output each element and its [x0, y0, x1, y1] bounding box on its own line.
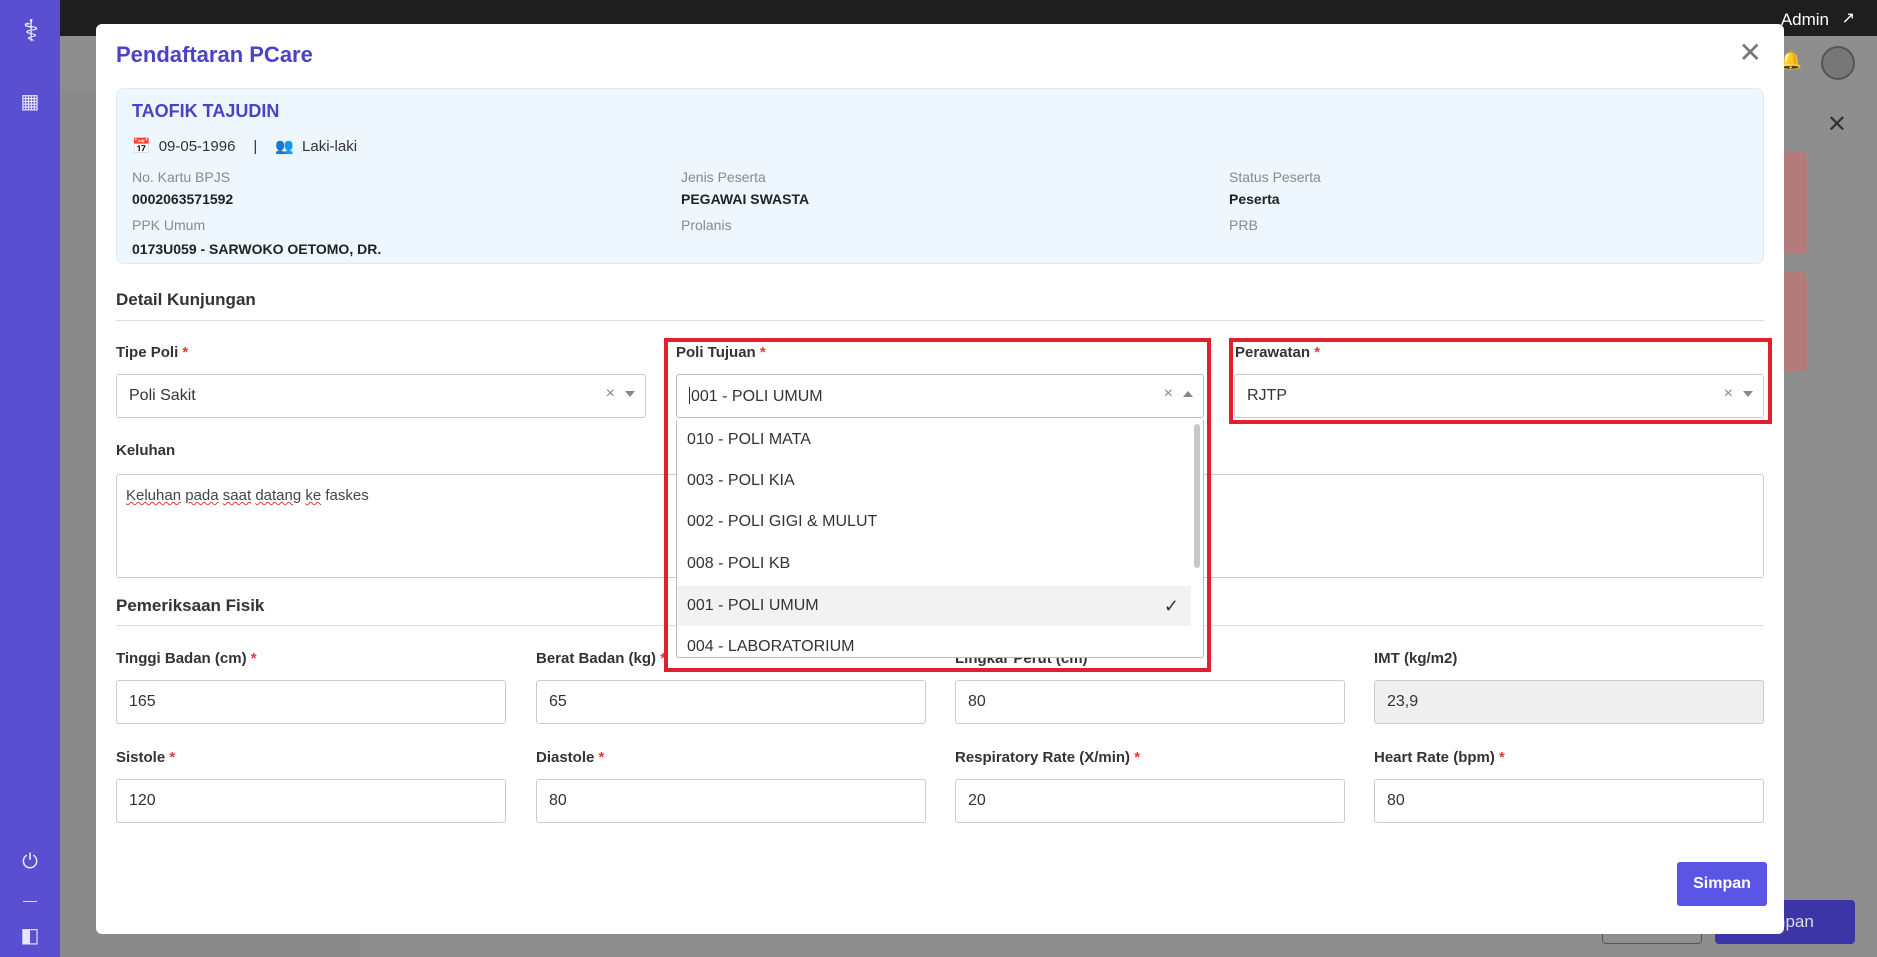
resp-value: 20 [968, 792, 986, 809]
clear-icon[interactable]: × [606, 385, 615, 403]
keluhan-label: Keluhan [116, 442, 176, 459]
heart-input[interactable]: 80 [1374, 779, 1764, 823]
diastole-value: 80 [549, 792, 567, 809]
prb-label: PRB [1229, 217, 1258, 233]
meta-separator: | [253, 137, 258, 155]
save-button[interactable]: Simpan [1677, 862, 1767, 906]
prolanis-label: Prolanis [681, 217, 732, 233]
status-peserta-value: Peserta [1229, 191, 1280, 207]
ppk-umum-value: 0173U059 - SARWOKO OETOMO, DR. [132, 241, 382, 257]
no-kartu-value: 0002063571592 [132, 191, 234, 207]
patient-card: TAOFIK TAJUDIN 📅 09-05-1996 | 👥 Laki-lak… [116, 88, 1764, 264]
imt-value: 23,9 [1387, 693, 1419, 710]
jenis-peserta-label: Jenis Peserta [681, 169, 766, 185]
jenis-peserta-value: PEGAWAI SWASTA [681, 191, 810, 207]
heart-value: 80 [1387, 792, 1405, 809]
pcare-registration-modal: Pendaftaran PCare ✕ TAOFIK TAJUDIN 📅 09-… [96, 24, 1784, 934]
keluhan-text: Keluhan pada saat datang ke faskes [126, 487, 369, 504]
sistole-input[interactable]: 120 [116, 779, 506, 823]
berat-input[interactable]: 65 [536, 680, 926, 724]
sidebar: ⚕ ▦ ⏻ — ◧ [0, 0, 60, 957]
diastole-input[interactable]: 80 [536, 779, 926, 823]
heart-label: Heart Rate (bpm) * [1374, 749, 1505, 766]
diastole-label: Diastole * [536, 749, 605, 766]
tipe-poli-value: Poli Sakit [129, 387, 196, 404]
grid-icon[interactable]: ▦ [18, 90, 42, 114]
no-kartu-label: No. Kartu BPJS [132, 169, 231, 185]
imt-label: IMT (kg/m2) [1374, 650, 1458, 667]
status-peserta-label: Status Peserta [1229, 169, 1321, 185]
power-icon[interactable]: ⏻ [18, 850, 42, 874]
patient-meta: 📅 09-05-1996 | 👥 Laki-laki [132, 137, 358, 156]
patient-dob: 09-05-1996 [158, 137, 236, 155]
berat-label: Berat Badan (kg) * [536, 650, 667, 667]
patient-name: TAOFIK TAJUDIN [132, 101, 280, 121]
berat-value: 65 [549, 693, 567, 710]
logo-icon: ⚕ [22, 15, 40, 48]
tipe-poli-label: Tipe Poli * [116, 344, 189, 361]
user-name[interactable]: Admin [1781, 10, 1829, 30]
background-close-icon[interactable]: ✕ [1827, 110, 1847, 139]
resp-input[interactable]: 20 [955, 779, 1345, 823]
panel-icon[interactable]: ◧ [18, 924, 42, 948]
external-link-icon[interactable]: ↗ [1842, 8, 1855, 28]
lingkar-input[interactable]: 80 [955, 680, 1345, 724]
calendar-icon: 📅 [132, 138, 151, 155]
perawatan-highlight [1229, 338, 1772, 424]
tinggi-input[interactable]: 165 [116, 680, 506, 724]
tinggi-label: Tinggi Badan (cm) * [116, 650, 257, 667]
avatar[interactable] [1821, 46, 1855, 80]
patient-gender: Laki-laki [302, 137, 358, 155]
tinggi-value: 165 [129, 693, 156, 710]
resp-label: Respiratory Rate (X/min) * [955, 749, 1141, 766]
modal-title: Pendaftaran PCare [116, 42, 313, 67]
poli-tujuan-highlight [664, 338, 1211, 672]
detail-kunjungan-title: Detail Kunjungan [116, 290, 256, 309]
tipe-poli-select[interactable]: Poli Sakit × [116, 374, 646, 418]
chevron-down-icon[interactable] [625, 391, 635, 397]
ppk-umum-label: PPK Umum [132, 217, 206, 233]
people-icon: 👥 [275, 138, 295, 155]
sistole-value: 120 [129, 792, 156, 809]
divider-icon: — [23, 892, 37, 908]
sistole-label: Sistole * [116, 749, 176, 766]
lingkar-value: 80 [968, 693, 986, 710]
imt-input: 23,9 [1374, 680, 1764, 724]
section-divider [116, 320, 1764, 321]
pemeriksaan-fisik-title: Pemeriksaan Fisik [116, 596, 265, 615]
close-icon[interactable]: ✕ [1739, 36, 1762, 69]
